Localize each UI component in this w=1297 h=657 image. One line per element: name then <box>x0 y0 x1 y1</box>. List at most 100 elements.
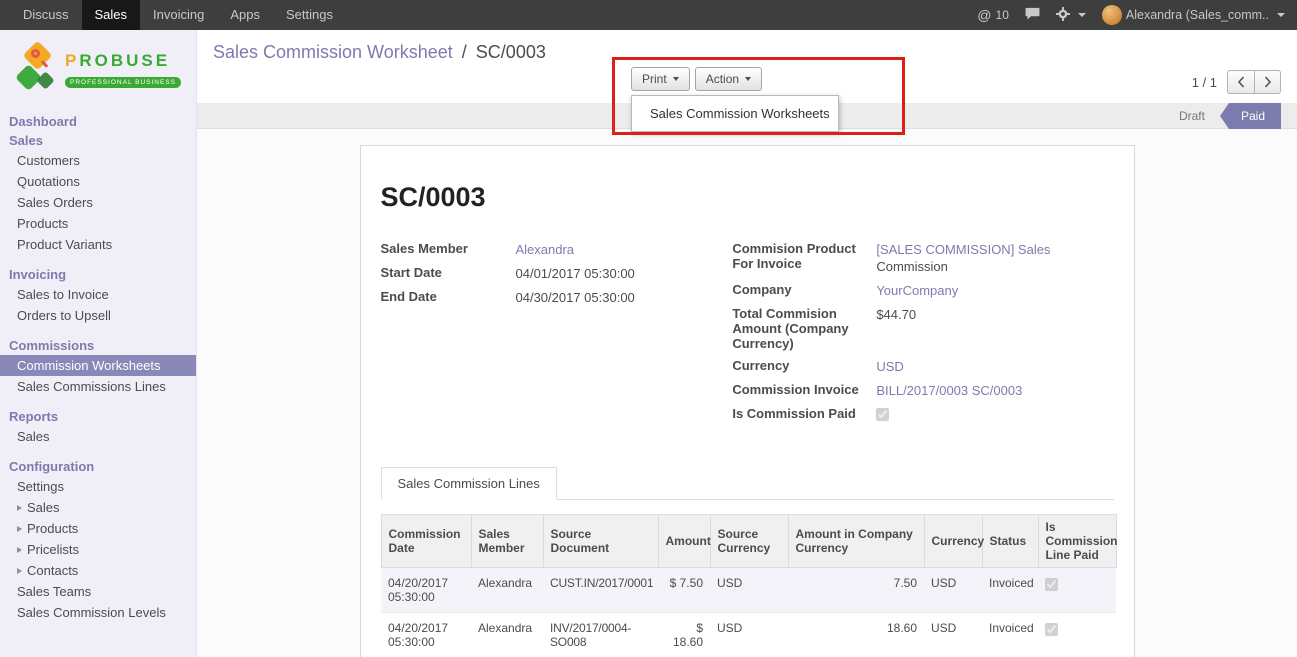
field-label: Sales Member <box>381 241 516 256</box>
sidebar-section-sales[interactable]: Sales <box>0 131 196 150</box>
total-commission-value: $44.70 <box>876 306 916 323</box>
sidebar-section-dashboard[interactable]: Dashboard <box>0 112 196 131</box>
sidebar-item-label: Sales Commissions Lines <box>17 379 166 394</box>
col-is-commission-line-paid[interactable]: Is Commission Line Paid <box>1038 515 1116 568</box>
pager-previous-button[interactable] <box>1227 70 1254 94</box>
col-source-currency[interactable]: Source Currency <box>710 515 788 568</box>
pager: 1 / 1 <box>1192 70 1281 94</box>
dropdown-item-sales-commission-worksheets[interactable]: Sales Commission Worksheets <box>632 101 838 126</box>
sidebar-item-settings[interactable]: Settings <box>0 476 196 497</box>
table-row[interactable]: 04/20/2017 05:30:00 Alexandra CUST.IN/20… <box>381 568 1116 613</box>
start-date-value: 04/01/2017 05:30:00 <box>516 265 635 282</box>
expand-arrow-icon <box>17 526 22 532</box>
sidebar-section-invoicing[interactable]: Invoicing <box>0 265 196 284</box>
breadcrumb-separator: / <box>458 42 471 62</box>
line-paid-checkbox <box>1045 578 1058 591</box>
col-source-document[interactable]: Source Document <box>543 515 658 568</box>
menu-settings[interactable]: Settings <box>273 0 346 30</box>
sidebar-section-commissions[interactable]: Commissions <box>0 336 196 355</box>
action-button[interactable]: Action <box>695 67 762 91</box>
sidebar-item-reports-sales[interactable]: Sales <box>0 426 196 447</box>
commission-invoice-link[interactable]: BILL/2017/0003 SC/0003 <box>876 382 1022 399</box>
sidebar-item-products[interactable]: Products <box>0 213 196 234</box>
debug-menu-button[interactable] <box>1056 7 1086 24</box>
sidebar: PROBUSE PROFESSIONAL BUSINESS Dashboard … <box>0 30 197 657</box>
col-amount[interactable]: Amount <box>658 515 710 568</box>
sidebar-item-label: Products <box>27 521 78 536</box>
sales-member-link[interactable]: Alexandra <box>516 241 575 258</box>
sidebar-item-contacts[interactable]: Contacts <box>0 560 196 581</box>
breadcrumb: Sales Commission Worksheet / SC/0003 <box>197 30 1297 63</box>
menu-apps[interactable]: Apps <box>217 0 273 30</box>
sidebar-item-label: Orders to Upsell <box>17 308 111 323</box>
breadcrumb-parent-link[interactable]: Sales Commission Worksheet <box>213 42 453 62</box>
menu-sales[interactable]: Sales <box>82 0 141 30</box>
sidebar-item-orders-to-upsell[interactable]: Orders to Upsell <box>0 305 196 326</box>
sidebar-item-sales-orders[interactable]: Sales Orders <box>0 192 196 213</box>
end-date-value: 04/30/2017 05:30:00 <box>516 289 635 306</box>
sidebar-item-product-variants[interactable]: Product Variants <box>0 234 196 255</box>
cell-line-paid <box>1038 568 1116 613</box>
col-amount-company-currency[interactable]: Amount in Company Currency <box>788 515 924 568</box>
sidebar-item-config-products[interactable]: Products <box>0 518 196 539</box>
avatar <box>1102 5 1122 25</box>
col-currency[interactable]: Currency <box>924 515 982 568</box>
sidebar-item-commission-worksheets[interactable]: Commission Worksheets <box>0 355 196 376</box>
messages-button[interactable] <box>1025 7 1040 23</box>
col-status[interactable]: Status <box>982 515 1038 568</box>
print-button[interactable]: Print <box>631 67 690 91</box>
top-menu-list: Discuss Sales Invoicing Apps Settings <box>10 0 346 30</box>
user-menu[interactable]: Alexandra (Sales_comm.. <box>1102 5 1285 25</box>
sidebar-item-label: Pricelists <box>27 542 79 557</box>
status-draft[interactable]: Draft <box>1167 103 1217 129</box>
col-sales-member[interactable]: Sales Member <box>471 515 543 568</box>
control-panel: Sales Commission Worksheet / SC/0003 Pri… <box>197 30 1297 103</box>
cell-date: 04/20/2017 05:30:00 <box>381 568 471 613</box>
debug-icon <box>1056 7 1070 24</box>
field-currency: Currency USD <box>732 358 1113 375</box>
status-paid[interactable]: Paid <box>1229 103 1281 129</box>
sidebar-item-sales-teams[interactable]: Sales Teams <box>0 581 196 602</box>
sidebar-item-quotations[interactable]: Quotations <box>0 171 196 192</box>
sidebar-section-configuration[interactable]: Configuration <box>0 457 196 476</box>
tab-sales-commission-lines[interactable]: Sales Commission Lines <box>381 467 557 500</box>
sidebar-item-label: Product Variants <box>17 237 112 252</box>
topbar-right: @ 10 Alexandra (Sales_comm.. <box>977 0 1297 30</box>
notifications-button[interactable]: @ 10 <box>977 7 1009 23</box>
sidebar-item-label: Contacts <box>27 563 78 578</box>
sidebar-item-pricelists[interactable]: Pricelists <box>0 539 196 560</box>
commission-product-rest: Commission <box>876 258 1050 275</box>
cell-member: Alexandra <box>471 568 543 613</box>
at-icon: @ <box>977 7 991 23</box>
field-company: Company YourCompany <box>732 282 1113 299</box>
sidebar-item-sales-commissions-lines[interactable]: Sales Commissions Lines <box>0 376 196 397</box>
sidebar-item-customers[interactable]: Customers <box>0 150 196 171</box>
menu-discuss[interactable]: Discuss <box>10 0 82 30</box>
col-commission-date[interactable]: Commission Date <box>381 515 471 568</box>
menu-invoicing[interactable]: Invoicing <box>140 0 217 30</box>
sidebar-item-sales-to-invoice[interactable]: Sales to Invoice <box>0 284 196 305</box>
company-link[interactable]: YourCompany <box>876 282 958 299</box>
pager-next-button[interactable] <box>1254 70 1281 94</box>
sidebar-section-reports[interactable]: Reports <box>0 407 196 426</box>
cell-line-paid <box>1038 613 1116 657</box>
field-commission-invoice: Commission Invoice BILL/2017/0003 SC/000… <box>732 382 1113 399</box>
currency-link[interactable]: USD <box>876 358 903 375</box>
field-group-right: Commision Product For Invoice [SALES COM… <box>732 241 1113 432</box>
sidebar-item-sales-commission-levels[interactable]: Sales Commission Levels <box>0 602 196 623</box>
sidebar-item-label: Sales <box>27 500 60 515</box>
sidebar-item-label: Sales Commission Levels <box>17 605 166 620</box>
field-label: Commision Product For Invoice <box>732 241 876 271</box>
logo-subtitle: PROFESSIONAL BUSINESS <box>65 77 181 88</box>
field-label: Start Date <box>381 265 516 280</box>
probuse-logo[interactable]: PROBUSE PROFESSIONAL BUSINESS <box>0 30 196 112</box>
record-title: SC/0003 <box>381 182 1114 213</box>
cell-currency: USD <box>924 613 982 657</box>
commission-product-link[interactable]: [SALES COMMISSION] Sales <box>876 242 1050 257</box>
sidebar-item-label: Products <box>17 216 68 231</box>
cell-source: CUST.IN/2017/0001 <box>543 568 658 613</box>
sidebar-item-config-sales[interactable]: Sales <box>0 497 196 518</box>
table-row[interactable]: 04/20/2017 05:30:00 Alexandra INV/2017/0… <box>381 613 1116 657</box>
sidebar-item-label: Quotations <box>17 174 80 189</box>
sidebar-item-label: Sales Teams <box>17 584 91 599</box>
